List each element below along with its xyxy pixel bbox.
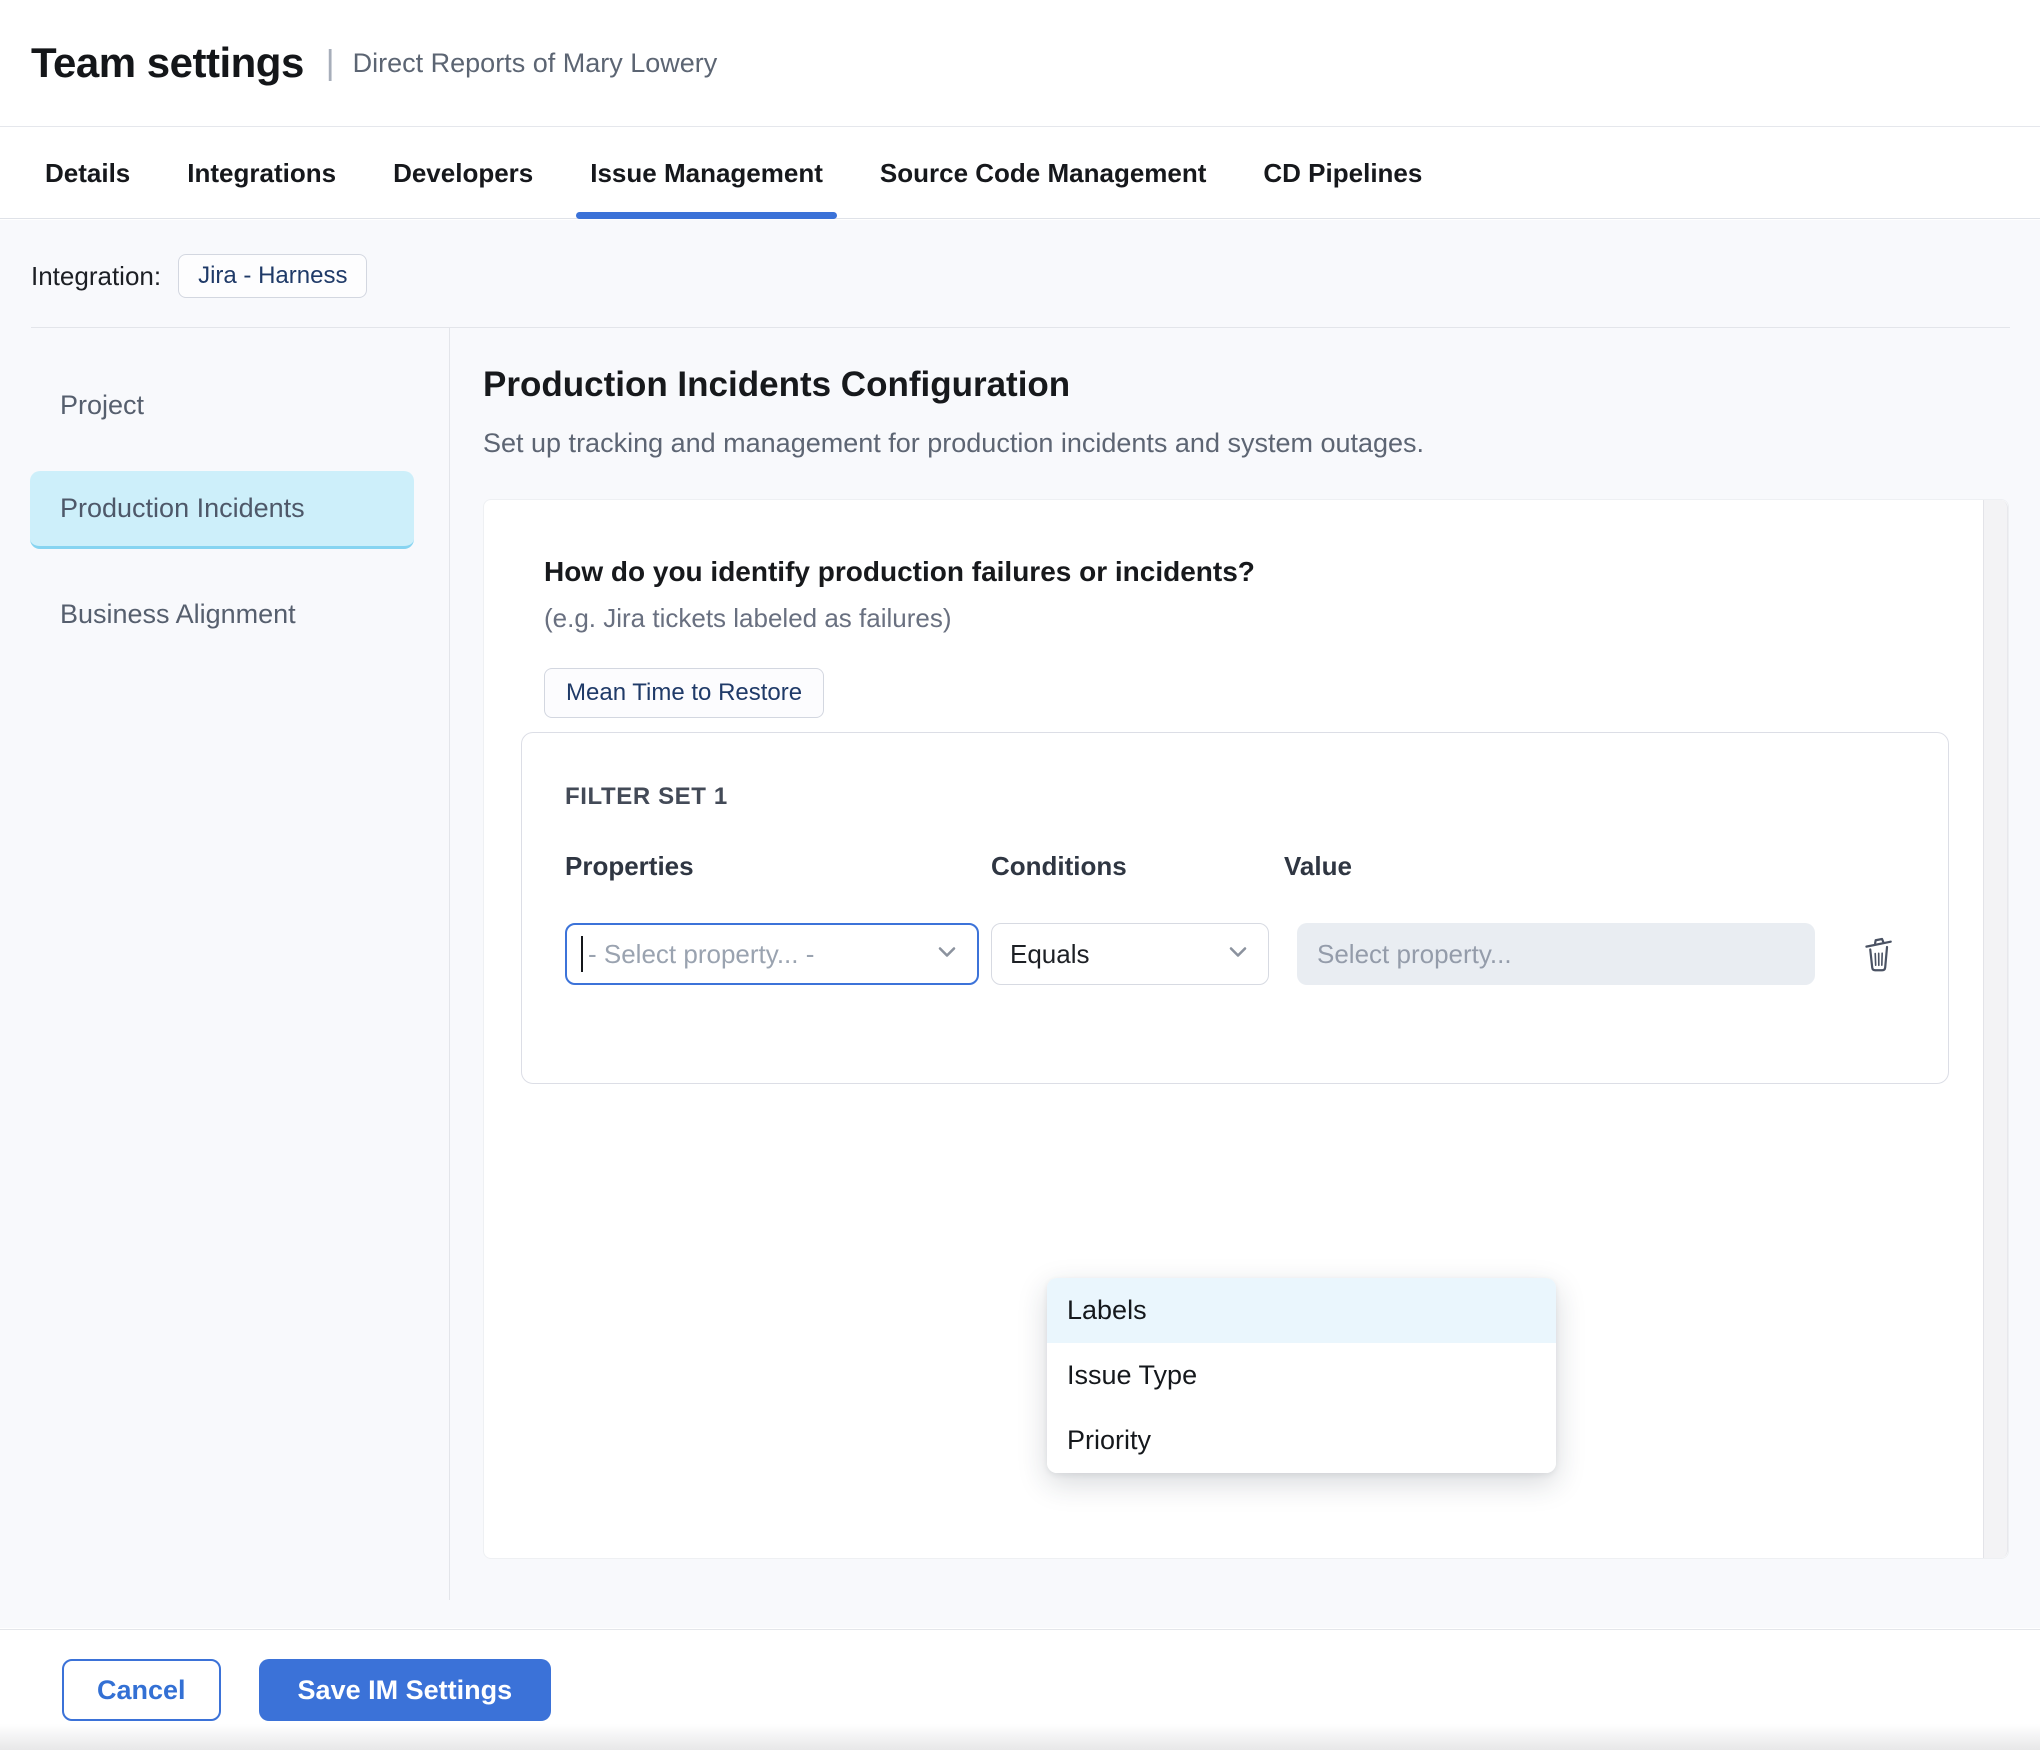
page-title: Team settings [31, 39, 304, 87]
integration-label: Integration: [31, 261, 161, 292]
settings-sidebar: Project Production Incidents Business Al… [0, 328, 450, 1600]
column-label-value: Value [1284, 851, 1352, 882]
tab-cd-pipelines[interactable]: CD Pipelines [1263, 128, 1422, 218]
content-area: Integration: Jira - Harness Project Prod… [0, 220, 2040, 1628]
sidebar-item-project[interactable]: Project [0, 368, 449, 443]
integration-row: Integration: Jira - Harness [31, 254, 367, 298]
tab-bar: Details Integrations Developers Issue Ma… [0, 128, 2040, 219]
tab-developers[interactable]: Developers [393, 128, 533, 218]
identify-incidents-hint: (e.g. Jira tickets labeled as failures) [544, 603, 952, 634]
identify-incidents-question: How do you identify production failures … [544, 556, 1255, 588]
trash-icon [1858, 931, 1898, 978]
tab-integrations[interactable]: Integrations [187, 128, 336, 218]
delete-filter-button[interactable] [1854, 923, 1902, 985]
column-label-conditions: Conditions [991, 851, 1127, 882]
text-cursor [581, 936, 583, 972]
sidebar-item-business-alignment[interactable]: Business Alignment [0, 577, 449, 652]
integration-chip[interactable]: Jira - Harness [178, 254, 367, 298]
filter-set-title: FILTER SET 1 [565, 783, 728, 811]
tab-details[interactable]: Details [45, 128, 130, 218]
incidents-config-panel: How do you identify production failures … [483, 499, 2009, 1559]
value-input[interactable] [1297, 923, 1815, 985]
dropdown-option-issue-type[interactable]: Issue Type [1047, 1343, 1556, 1408]
save-im-settings-button[interactable]: Save IM Settings [259, 1659, 552, 1721]
chevron-down-icon [1224, 938, 1252, 971]
property-dropdown-menu: Labels Issue Type Priority [1047, 1278, 1556, 1473]
page-header: Team settings | Direct Reports of Mary L… [0, 0, 2040, 127]
footer-action-bar: Cancel Save IM Settings [0, 1629, 2040, 1750]
chevron-down-icon [933, 938, 961, 971]
condition-select-value: Equals [1010, 939, 1090, 970]
title-separator: | [326, 44, 335, 83]
tab-source-code-management[interactable]: Source Code Management [880, 128, 1207, 218]
dropdown-option-labels[interactable]: Labels [1047, 1278, 1556, 1343]
section-heading: Production Incidents Configuration [483, 365, 1070, 405]
property-select-placeholder: - Select property... - [588, 939, 814, 970]
section-description: Set up tracking and management for produ… [483, 428, 1424, 459]
filter-set-box: FILTER SET 1 Properties Conditions Value… [521, 732, 1949, 1084]
mean-time-to-restore-chip[interactable]: Mean Time to Restore [544, 668, 824, 718]
property-select[interactable]: - Select property... - [565, 923, 979, 985]
page-subtitle: Direct Reports of Mary Lowery [353, 48, 718, 79]
cancel-button[interactable]: Cancel [62, 1659, 221, 1721]
column-label-properties: Properties [565, 851, 694, 882]
dropdown-option-priority[interactable]: Priority [1047, 1408, 1556, 1473]
panel-scrollbar[interactable] [1983, 500, 2008, 1558]
sidebar-item-production-incidents[interactable]: Production Incidents [30, 471, 414, 549]
tab-issue-management[interactable]: Issue Management [590, 128, 823, 218]
condition-select[interactable]: Equals [991, 923, 1269, 985]
